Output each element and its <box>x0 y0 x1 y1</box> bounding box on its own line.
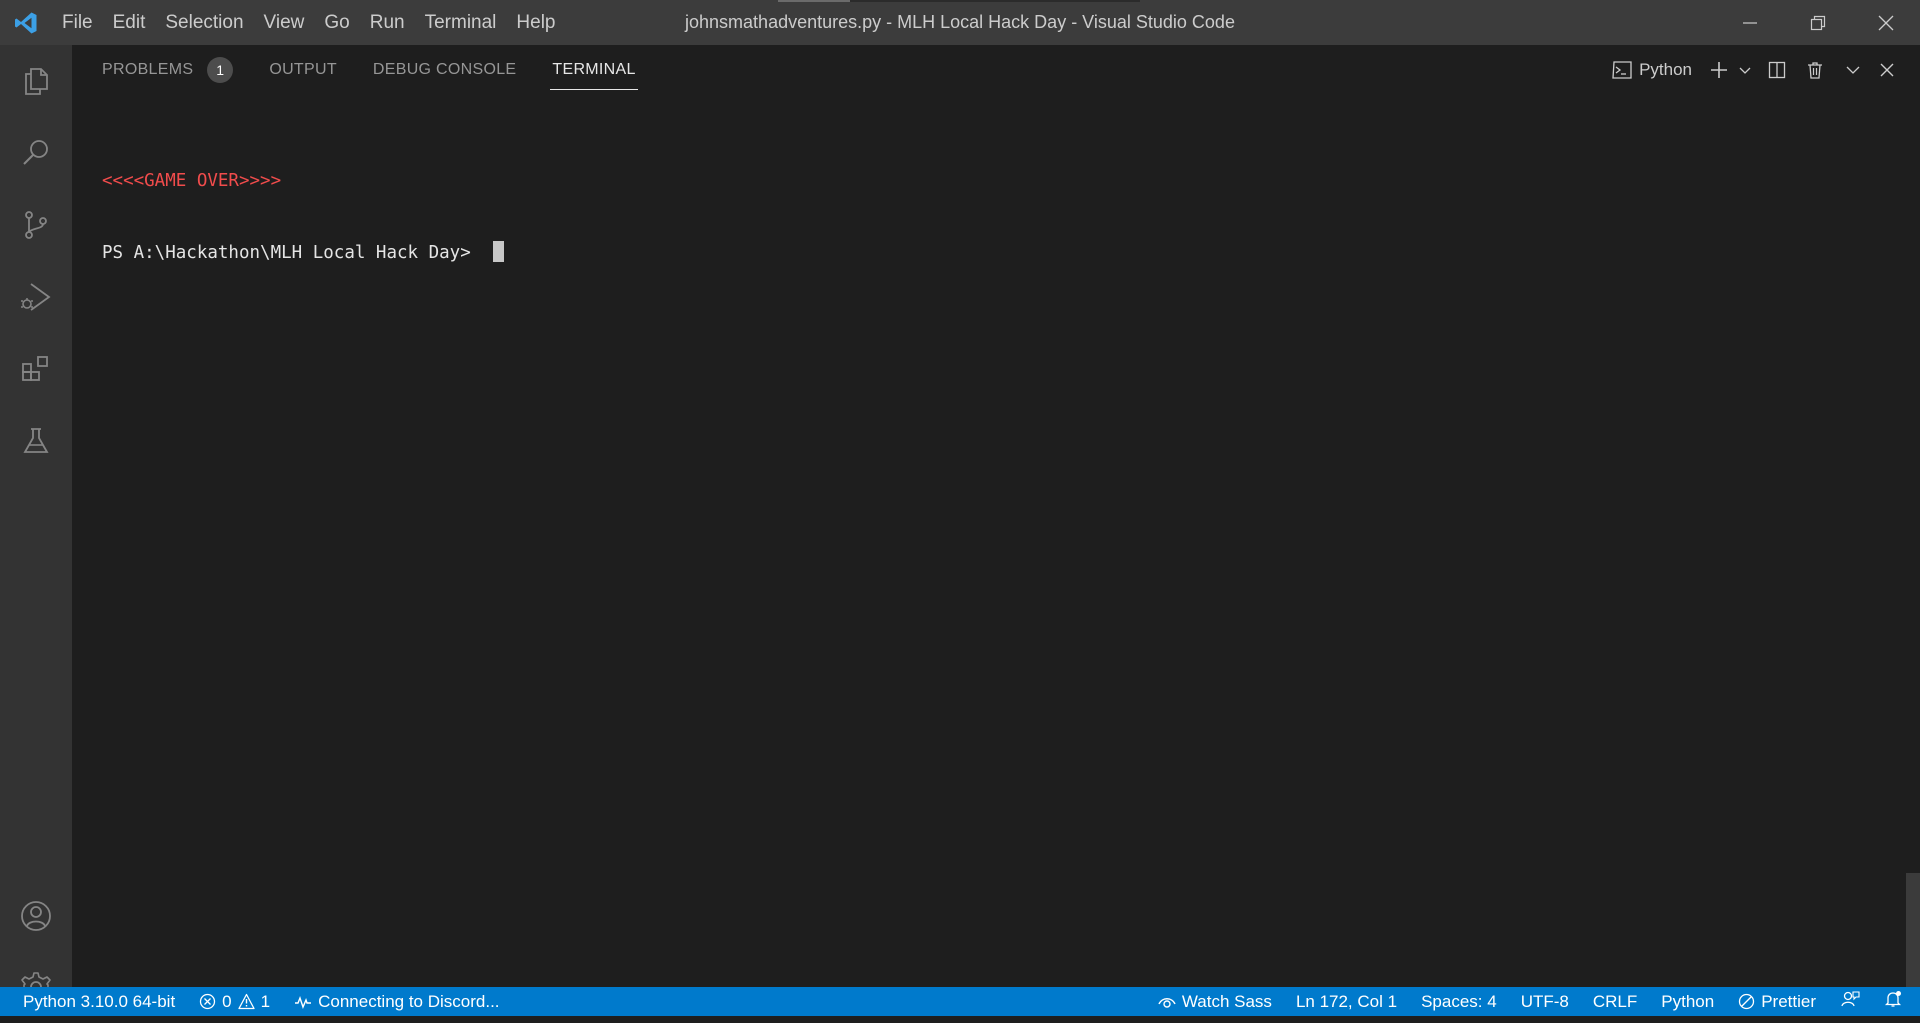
split-terminal-button[interactable] <box>1758 45 1796 95</box>
menu-file[interactable]: File <box>52 0 103 45</box>
feedback-button[interactable] <box>1828 987 1872 1016</box>
language-mode[interactable]: Python <box>1649 987 1726 1016</box>
split-icon <box>1768 61 1786 79</box>
maximize-panel-button[interactable] <box>1834 45 1872 95</box>
warning-icon <box>237 993 255 1010</box>
explorer-icon[interactable] <box>0 45 72 117</box>
minimize-icon <box>1743 21 1757 24</box>
terminal-shell-selector[interactable]: Python <box>1611 45 1706 95</box>
python-interpreter-status[interactable]: Python 3.10.0 64-bit <box>11 987 187 1016</box>
restore-button[interactable] <box>1784 0 1852 45</box>
tab-debug-console[interactable]: DEBUG CONSOLE <box>373 45 517 95</box>
menu-edit[interactable]: Edit <box>103 0 156 45</box>
close-icon <box>1880 63 1894 77</box>
new-terminal-button[interactable] <box>1706 45 1732 95</box>
tab-problems[interactable]: PROBLEMS 1 <box>102 45 234 95</box>
indentation-status[interactable]: Spaces: 4 <box>1409 987 1509 1016</box>
problems-count-badge: 1 <box>207 57 234 83</box>
error-icon <box>199 993 216 1010</box>
terminal-line-game-over: <<<<GAME OVER>>>> <box>102 171 282 191</box>
activity-bar <box>0 45 72 1002</box>
trash-icon <box>1808 62 1822 79</box>
terminal-output[interactable]: <<<<GAME OVER>>>> PS A:\Hackathon\MLH Lo… <box>102 121 505 313</box>
terminal-shell-name: Python <box>1639 60 1692 79</box>
eye-icon <box>1158 994 1176 1010</box>
accounts-icon[interactable] <box>0 880 72 952</box>
tab-output-label: OUTPUT <box>269 61 337 78</box>
window-controls <box>1716 0 1920 45</box>
menu-help[interactable]: Help <box>506 0 565 45</box>
tab-problems-label: PROBLEMS <box>102 61 194 78</box>
run-debug-icon[interactable] <box>0 261 72 333</box>
chevron-down-icon <box>1846 66 1860 74</box>
bell-icon <box>1884 990 1902 1013</box>
close-window-button[interactable] <box>1852 0 1920 45</box>
source-control-icon[interactable] <box>0 189 72 261</box>
menu-go[interactable]: Go <box>314 0 359 45</box>
panel-actions: Python <box>1611 45 1902 95</box>
terminal-cursor <box>493 241 505 262</box>
warning-count: 1 <box>260 991 271 1011</box>
notifications-button[interactable] <box>1872 987 1914 1016</box>
eol-status[interactable]: CRLF <box>1581 987 1649 1016</box>
terminal-prompt-line: PS A:\Hackathon\MLH Local Hack Day> <box>102 241 505 265</box>
menu-terminal[interactable]: Terminal <box>415 0 507 45</box>
menu-selection[interactable]: Selection <box>155 0 253 45</box>
title-progress-bar <box>778 0 1140 2</box>
error-count: 0 <box>222 991 232 1011</box>
terminal-icon <box>1612 61 1632 79</box>
panel-tabs: PROBLEMS 1 OUTPUT DEBUG CONSOLE TERMINAL <box>102 45 672 95</box>
extensions-icon[interactable] <box>0 333 72 405</box>
pulse-icon <box>294 994 312 1010</box>
menu-bar: File Edit Selection View Go Run Terminal… <box>52 0 566 45</box>
terminal-profiles-dropdown[interactable] <box>1732 45 1758 95</box>
search-icon[interactable] <box>0 117 72 189</box>
feedback-icon <box>1840 990 1860 1013</box>
kill-terminal-button[interactable] <box>1796 45 1834 95</box>
menu-view[interactable]: View <box>254 0 315 45</box>
encoding-status[interactable]: UTF-8 <box>1509 987 1581 1016</box>
prettier-status[interactable]: Prettier <box>1726 987 1828 1016</box>
close-panel-button[interactable] <box>1872 45 1902 95</box>
testing-icon[interactable] <box>0 405 72 477</box>
tab-terminal[interactable]: TERMINAL <box>550 45 639 95</box>
plus-icon <box>1711 62 1727 78</box>
discord-status[interactable]: Connecting to Discord... <box>282 987 511 1016</box>
minimize-button[interactable] <box>1716 0 1784 45</box>
cursor-position[interactable]: Ln 172, Col 1 <box>1284 987 1409 1016</box>
terminal-prompt: PS A:\Hackathon\MLH Local Hack Day> <box>102 243 482 263</box>
problems-status[interactable]: 0 1 <box>187 987 282 1016</box>
prohibited-icon <box>1738 993 1755 1010</box>
tab-debug-console-label: DEBUG CONSOLE <box>372 61 517 78</box>
close-icon <box>1878 15 1894 30</box>
discord-status-text: Connecting to Discord... <box>318 991 500 1011</box>
watch-sass-button[interactable]: Watch Sass <box>1146 987 1284 1016</box>
vscode-logo-icon <box>0 0 52 45</box>
tab-output[interactable]: OUTPUT <box>269 45 337 95</box>
title-bar: File Edit Selection View Go Run Terminal… <box>0 0 1920 45</box>
chevron-down-icon <box>1739 67 1751 74</box>
tab-terminal-label: TERMINAL <box>552 61 636 78</box>
prettier-label: Prettier <box>1761 991 1816 1011</box>
watch-sass-label: Watch Sass <box>1181 991 1272 1011</box>
terminal-panel: PROBLEMS 1 OUTPUT DEBUG CONSOLE TERMINAL… <box>72 45 1920 987</box>
restore-icon <box>1810 15 1826 30</box>
status-bar: Python 3.10.0 64-bit 0 1 Connecting to D… <box>0 987 1920 1016</box>
menu-run[interactable]: Run <box>360 0 415 45</box>
terminal-scrollbar[interactable] <box>1906 873 1920 987</box>
